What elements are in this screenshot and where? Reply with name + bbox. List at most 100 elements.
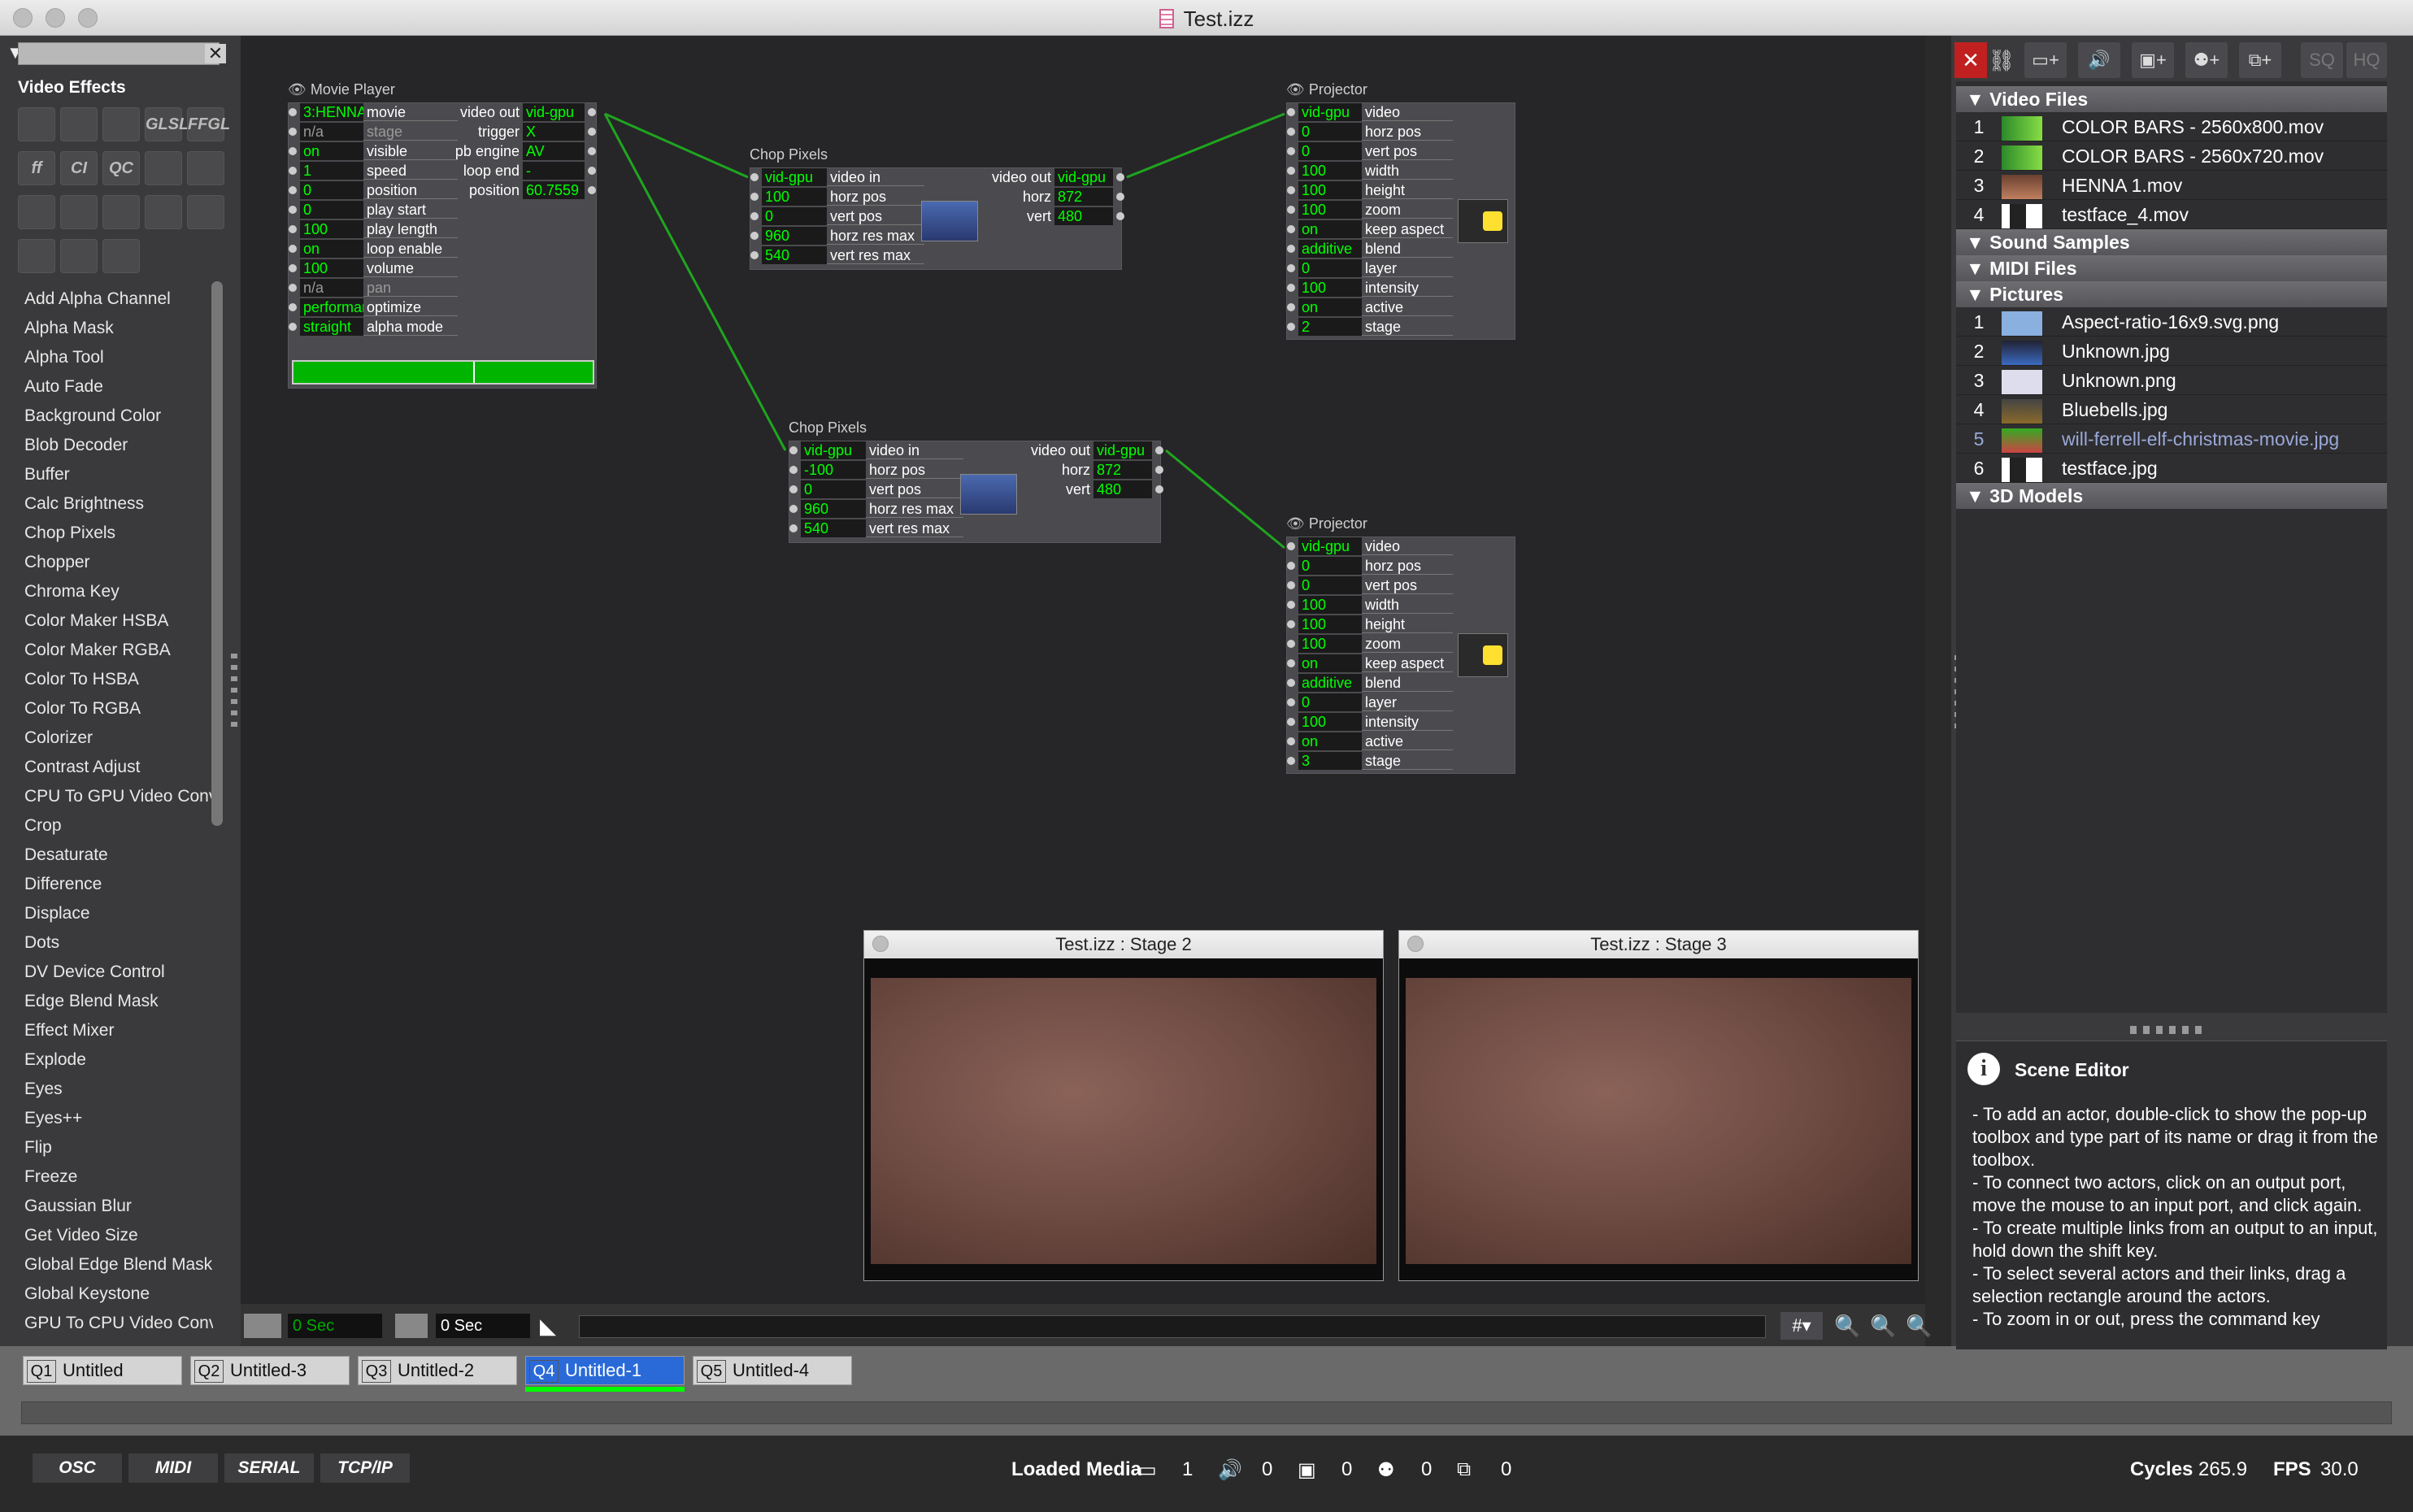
scene-scrollbar[interactable]	[21, 1401, 2392, 1424]
output-port-dot[interactable]	[588, 128, 596, 137]
input-port-row[interactable]: 0 play start	[289, 201, 458, 220]
input-port-dot[interactable]	[1287, 698, 1295, 707]
input-port-row[interactable]: on keep aspect	[1287, 654, 1453, 674]
input-value[interactable]: 3:HENNA	[300, 103, 363, 121]
output-port-row[interactable]: vert 480	[983, 207, 1128, 227]
media-item[interactable]: 1 COLOR BARS - 2560x800.mov	[1956, 112, 2387, 141]
media-item[interactable]: 3 HENNA 1.mov	[1956, 171, 2387, 200]
scene-tab[interactable]: Q5 Untitled-4	[693, 1356, 852, 1385]
input-port-row[interactable]: 0 vert pos	[750, 207, 924, 227]
input-port-row[interactable]: 100 intensity	[1287, 713, 1453, 732]
output-port-dot[interactable]	[588, 147, 596, 156]
output-port-row[interactable]: position 60.7559	[451, 181, 599, 201]
input-port-row[interactable]: 0 vert pos	[789, 480, 963, 500]
media-item[interactable]: 2 COLOR BARS - 2560x720.mov	[1956, 141, 2387, 171]
input-port-row[interactable]: n/a pan	[289, 279, 458, 298]
input-port-dot[interactable]	[1287, 167, 1295, 176]
media-item[interactable]: 6 testface.jpg	[1956, 454, 2387, 483]
input-port-dot[interactable]	[1287, 757, 1295, 766]
input-port-row[interactable]: additive blend	[1287, 674, 1453, 693]
add-video-icon[interactable]: ▭+	[2024, 42, 2067, 78]
input-port-dot[interactable]	[1287, 737, 1295, 746]
input-port-dot[interactable]	[750, 193, 759, 202]
input-port-dot[interactable]	[1287, 562, 1295, 571]
add-sound-icon[interactable]: 🔊	[2078, 42, 2120, 78]
output-port-row[interactable]: loop end -	[451, 162, 599, 181]
input-port-row[interactable]: 0 position	[289, 181, 458, 201]
stage-close-button[interactable]	[872, 936, 889, 952]
help-resize-handle[interactable]	[2130, 1026, 2205, 1034]
input-value[interactable]: -100	[801, 461, 866, 479]
zoom-in-icon[interactable]: 🔍	[1906, 1314, 1932, 1339]
input-port-row[interactable]: 2 stage	[1287, 318, 1453, 337]
start-time-field[interactable]: 0 Sec	[288, 1314, 382, 1338]
media-item[interactable]: 5 will-ferrell-elf-christmas-movie.jpg	[1956, 424, 2387, 454]
input-port-row[interactable]: vid-gpu video in	[750, 168, 924, 188]
input-port-dot[interactable]	[1287, 147, 1295, 156]
chop-pixels-actor-2[interactable]: Chop Pixels vid-gpu video in -100 horz pos 0…	[789, 419, 1163, 543]
input-port-dot[interactable]	[289, 264, 297, 273]
output-port-row[interactable]: video out vid-gpu	[451, 103, 599, 123]
disclosure-triangle-icon[interactable]: ▼	[1966, 89, 1989, 110]
input-value[interactable]: 2	[1298, 318, 1362, 336]
projector-actor-2[interactable]: 👁 Projector vid-gpu video 0 horz pos 0 vert p…	[1286, 515, 1515, 774]
input-port-dot[interactable]	[1287, 245, 1295, 254]
input-port-dot[interactable]	[1287, 323, 1295, 332]
unlink-icon[interactable]: ⛓	[1987, 42, 2016, 78]
input-value[interactable]: 100	[1298, 635, 1362, 653]
input-value[interactable]: 0	[1298, 557, 1362, 575]
input-port-row[interactable]: 0 layer	[1287, 259, 1453, 279]
output-port-dot[interactable]	[588, 108, 596, 117]
disclosure-triangle-icon[interactable]: ▼	[1966, 284, 1989, 305]
movie-player-actor[interactable]: 👁 Movie Player 3:HENNAmovie n/a stage on vis…	[288, 81, 597, 389]
movie-progress-bar[interactable]	[292, 360, 594, 385]
input-port-row[interactable]: 100 intensity	[1287, 279, 1453, 298]
cord-movie-to-chop1[interactable]	[604, 112, 749, 179]
status-tcpip-button[interactable]: TCP/IP	[320, 1453, 410, 1483]
input-value[interactable]: 0	[300, 181, 363, 199]
media-group-header[interactable]: ▼ Video Files	[1956, 86, 2387, 112]
input-port-dot[interactable]	[289, 167, 297, 176]
input-value[interactable]: 0	[1298, 259, 1362, 277]
status-serial-button[interactable]: SERIAL	[224, 1453, 314, 1483]
input-port-dot[interactable]	[789, 485, 798, 494]
media-item[interactable]: 2 Unknown.jpg	[1956, 337, 2387, 366]
input-port-dot[interactable]	[289, 225, 297, 234]
media-item[interactable]: 3 Unknown.png	[1956, 366, 2387, 395]
input-value[interactable]: straight	[300, 318, 363, 336]
input-port-dot[interactable]	[750, 232, 759, 241]
input-port-dot[interactable]	[1287, 640, 1295, 649]
input-port-dot[interactable]	[789, 466, 798, 475]
input-port-row[interactable]: 3:HENNAmovie	[289, 103, 458, 123]
input-value[interactable]: on	[300, 142, 363, 160]
eye-icon[interactable]: 👁	[288, 81, 307, 98]
input-value[interactable]: 100	[1298, 615, 1362, 633]
input-port-row[interactable]: 100 zoom	[1287, 635, 1453, 654]
input-value[interactable]: additive	[1298, 674, 1362, 692]
input-port-row[interactable]: 100 height	[1287, 615, 1453, 635]
input-port-row[interactable]: 100 play length	[289, 220, 458, 240]
stage-3-window[interactable]: Test.izz : Stage 3	[1398, 930, 1919, 1281]
output-port-row[interactable]: trigger X	[451, 123, 599, 142]
cord-chop1-to-projector1[interactable]	[1126, 112, 1285, 179]
input-value[interactable]: 0	[1298, 693, 1362, 711]
input-value[interactable]: additive	[1298, 240, 1362, 258]
input-port-row[interactable]: vid-gpu video in	[789, 441, 963, 461]
input-port-row[interactable]: 100 horz pos	[750, 188, 924, 207]
input-port-row[interactable]: 100 width	[1287, 162, 1453, 181]
scene-tab[interactable]: Q1 Untitled	[23, 1356, 182, 1385]
input-value[interactable]: 960	[801, 500, 866, 518]
output-port-row[interactable]: horz 872	[1022, 461, 1167, 480]
output-port-dot[interactable]	[1155, 446, 1163, 455]
sq-button[interactable]: SQ	[2301, 42, 2343, 78]
input-port-row[interactable]: on active	[1287, 298, 1453, 318]
media-group-header[interactable]: ▼ MIDI Files	[1956, 255, 2387, 281]
media-item[interactable]: 4 Bluebells.jpg	[1956, 395, 2387, 424]
input-value[interactable]: on	[1298, 298, 1362, 316]
output-port-row[interactable]: vert 480	[1022, 480, 1167, 500]
input-port-dot[interactable]	[1287, 620, 1295, 629]
input-value[interactable]: on	[1298, 732, 1362, 750]
scene-tab[interactable]: Q4 Untitled-1	[525, 1356, 685, 1385]
input-value[interactable]: 100	[1298, 279, 1362, 297]
input-port-row[interactable]: 1 speed	[289, 162, 458, 181]
